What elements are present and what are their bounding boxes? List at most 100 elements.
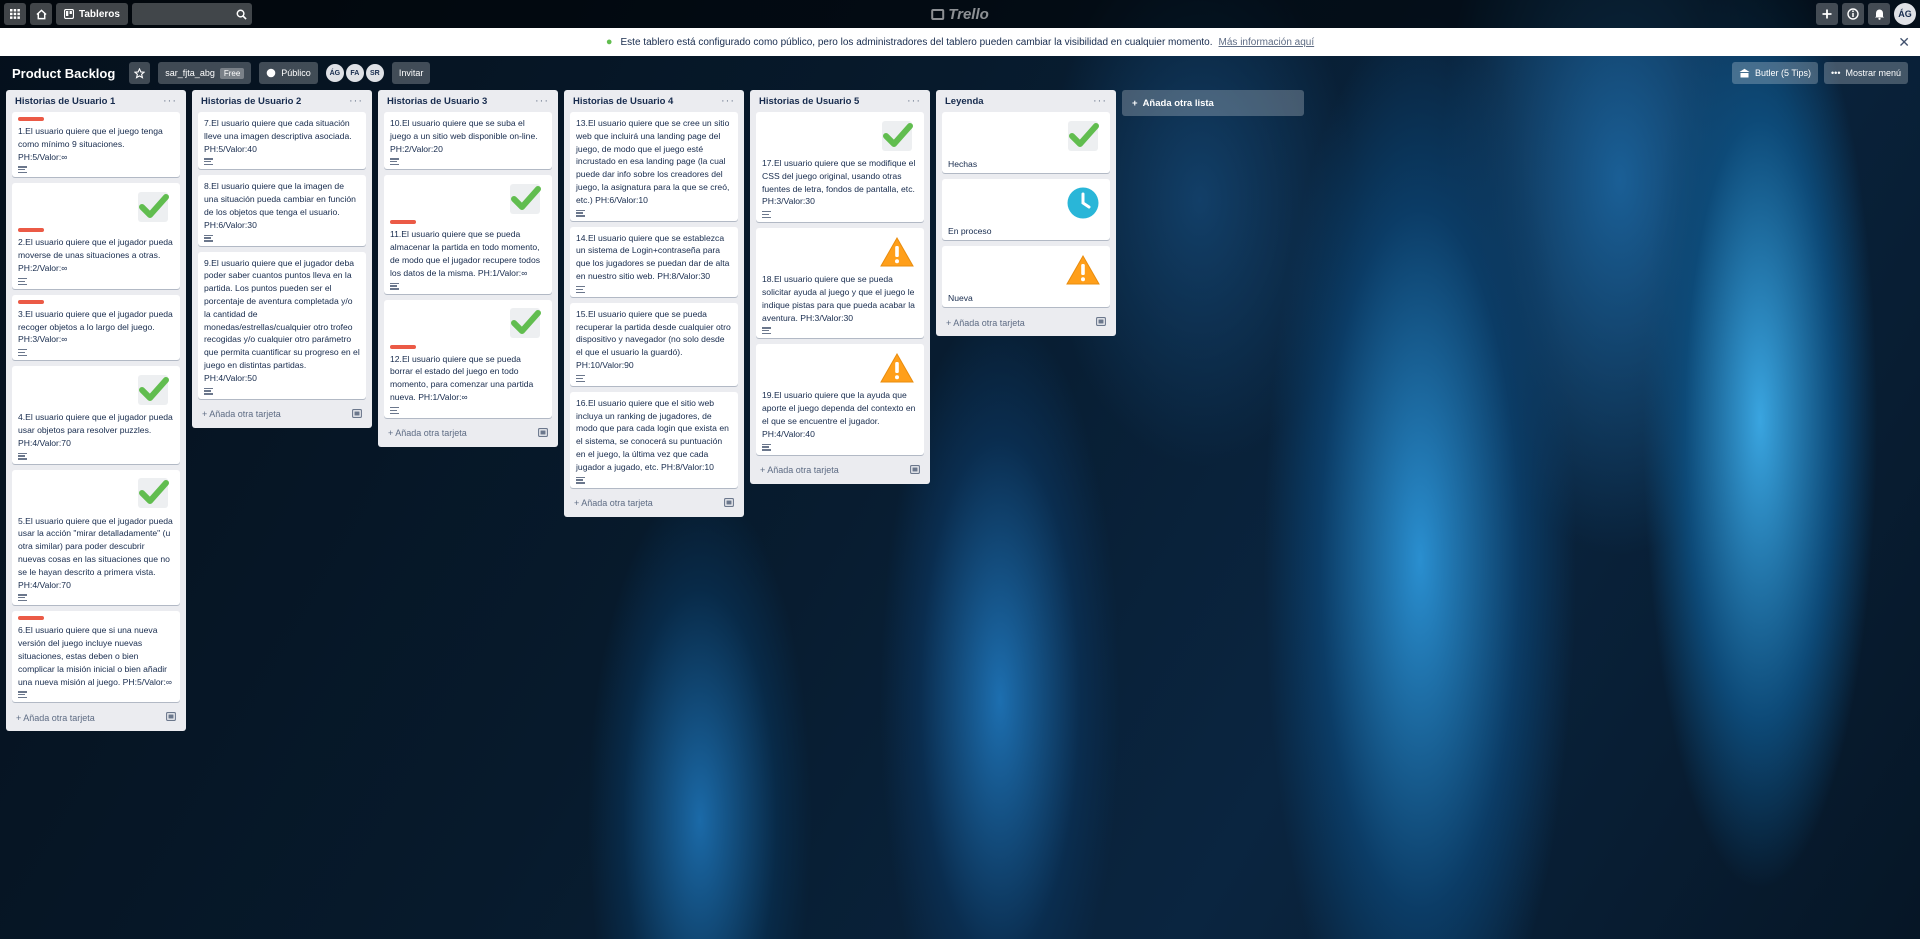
show-menu-button[interactable]: ••• Mostrar menú xyxy=(1824,62,1908,84)
add-card-button[interactable]: + Añada otra tarjeta xyxy=(570,494,738,511)
add-card-button[interactable]: + Añada otra tarjeta xyxy=(756,461,924,478)
template-icon[interactable] xyxy=(538,427,548,439)
add-list-button[interactable]: + Añada otra lista xyxy=(1122,90,1304,116)
check-mark-icon xyxy=(136,476,170,513)
add-list-label: Añada otra lista xyxy=(1142,97,1214,109)
invite-button[interactable]: Invitar xyxy=(391,62,431,84)
add-card-text: Añada otra tarjeta xyxy=(395,428,467,439)
card-title: 8.El usuario quiere que la imagen de una… xyxy=(204,181,356,230)
notifications-button[interactable] xyxy=(1868,3,1890,25)
card-title: 6.El usuario quiere que si una nueva ver… xyxy=(18,625,173,687)
story-card[interactable]: 16.El usuario quiere que el sitio web in… xyxy=(570,391,738,488)
card-label-red[interactable] xyxy=(18,228,44,233)
story-card[interactable]: 9.El usuario quiere que el jugador deba … xyxy=(198,251,366,399)
story-card[interactable]: 7.El usuario quiere que cada situación l… xyxy=(198,112,366,170)
card-label-red[interactable] xyxy=(18,616,44,621)
list[interactable]: Historias de Usuario 5 ··· 17.El usuario q… xyxy=(750,90,930,484)
story-card[interactable]: 13.El usuario quiere que se cree un siti… xyxy=(570,112,738,221)
card-title: 15.El usuario quiere que se pueda recupe… xyxy=(576,308,731,370)
globe-icon: ● xyxy=(605,36,613,48)
legend-card[interactable]: En proceso xyxy=(942,179,1110,240)
list-title[interactable]: Historias de Usuario 2 xyxy=(201,96,301,107)
story-card[interactable]: 6.El usuario quiere que si una nueva ver… xyxy=(12,611,180,703)
story-card[interactable]: 19.El usuario quiere que la ayuda que ap… xyxy=(756,344,924,455)
butler-button[interactable]: Butler (5 Tips) xyxy=(1731,62,1819,84)
list[interactable]: Historias de Usuario 2 ··· 7.El usuario qu… xyxy=(192,90,372,428)
story-card[interactable]: 12.El usuario quiere que se pueda borrar… xyxy=(384,299,552,418)
star-button[interactable] xyxy=(129,62,151,84)
story-card[interactable]: 2.El usuario quiere que el jugador pueda… xyxy=(12,183,180,289)
boards-button[interactable]: Tableros xyxy=(56,3,128,25)
list[interactable]: Historias de Usuario 1 ··· 1.El usuario qu… xyxy=(6,90,186,732)
member-avatar[interactable]: SR xyxy=(365,64,384,82)
template-icon[interactable] xyxy=(1096,317,1106,328)
story-card[interactable]: 3.El usuario quiere que el jugador pueda… xyxy=(12,294,180,361)
description-icon xyxy=(576,476,585,484)
list-title[interactable]: Historias de Usuario 4 xyxy=(573,96,673,107)
story-card[interactable]: 18.El usuario quiere que se pueda solici… xyxy=(756,228,924,339)
card-cover xyxy=(390,180,546,220)
board-title[interactable]: Product Backlog xyxy=(12,66,115,81)
info-button[interactable] xyxy=(1842,3,1864,25)
template-icon[interactable] xyxy=(352,408,362,420)
add-card-button[interactable]: + Añada otra tarjeta xyxy=(198,405,366,422)
description-icon xyxy=(204,158,213,166)
trello-logo[interactable]: Trello xyxy=(931,6,989,23)
card-label-red[interactable] xyxy=(390,220,416,225)
list-menu-icon[interactable]: ··· xyxy=(163,95,177,107)
story-card[interactable]: 15.El usuario quiere que se pueda recupe… xyxy=(570,302,738,386)
story-card[interactable]: 10.El usuario quiere que se suba el jueg… xyxy=(384,112,552,170)
member-avatar[interactable]: ÁG xyxy=(325,64,344,82)
card-cover xyxy=(390,305,546,345)
story-card[interactable]: 14.El usuario quiere que se establezca u… xyxy=(570,226,738,297)
home-button[interactable] xyxy=(30,3,52,25)
story-card[interactable]: 8.El usuario quiere que la imagen de una… xyxy=(198,175,366,246)
close-icon[interactable]: ✕ xyxy=(1898,34,1910,51)
story-card[interactable]: 4.El usuario quiere que el jugador pueda… xyxy=(12,366,180,464)
search-input[interactable] xyxy=(131,3,252,25)
member-avatar[interactable]: FA xyxy=(345,64,364,82)
add-card-button[interactable]: + Añada otra tarjeta xyxy=(942,313,1110,330)
visibility-button[interactable]: Público xyxy=(259,62,318,84)
template-icon[interactable] xyxy=(166,712,176,723)
warning-icon xyxy=(880,352,914,387)
list-menu-icon[interactable]: ··· xyxy=(907,95,921,107)
story-card[interactable]: 5.El usuario quiere que el jugador pueda… xyxy=(12,469,180,606)
list-menu-icon[interactable]: ··· xyxy=(721,95,735,107)
team-button[interactable]: sar_fjta_abg Free xyxy=(158,62,252,84)
create-button[interactable] xyxy=(1816,3,1838,25)
template-icon[interactable] xyxy=(724,497,734,509)
apps-grid-button[interactable] xyxy=(4,3,26,25)
add-card-button[interactable]: + Añada otra tarjeta xyxy=(384,424,552,441)
card-label-red[interactable] xyxy=(390,344,416,349)
card-label-red[interactable] xyxy=(18,299,44,304)
list-title[interactable]: Historias de Usuario 5 xyxy=(759,96,859,107)
description-icon xyxy=(390,406,399,414)
add-card-label: + Añada otra tarjeta xyxy=(574,498,653,508)
description-icon xyxy=(204,234,213,242)
list[interactable]: Historias de Usuario 4 ··· 13.El usuario q… xyxy=(564,90,744,517)
story-card[interactable]: 1.El usuario quiere que el juego tenga c… xyxy=(12,112,180,178)
add-card-button[interactable]: + Añada otra tarjeta xyxy=(12,708,180,725)
list-menu-icon[interactable]: ··· xyxy=(535,95,549,107)
story-card[interactable]: 17.El usuario quiere que se modifique el… xyxy=(756,112,924,223)
list-title[interactable]: Leyenda xyxy=(945,96,984,107)
card-label-red[interactable] xyxy=(18,117,44,121)
story-card[interactable]: 11.El usuario quiere que se pueda almace… xyxy=(384,175,552,294)
list-title[interactable]: Historias de Usuario 3 xyxy=(387,96,487,107)
add-card-label: + Añada otra tarjeta xyxy=(388,428,467,438)
list-menu-icon[interactable]: ··· xyxy=(349,95,363,107)
banner-learn-more-link[interactable]: Más información aquí xyxy=(1219,37,1315,48)
template-icon[interactable] xyxy=(910,464,920,476)
legend-card[interactable]: Hechas xyxy=(942,112,1110,173)
card-title: 12.El usuario quiere que se pueda borrar… xyxy=(390,353,534,402)
list[interactable]: Historias de Usuario 3 ··· 10.El usuario q… xyxy=(378,90,558,447)
boards-icon xyxy=(64,9,74,19)
list-header: Historias de Usuario 4 ··· xyxy=(570,90,738,112)
list-title[interactable]: Historias de Usuario 1 xyxy=(15,96,115,107)
list-menu-icon[interactable]: ··· xyxy=(1093,95,1107,107)
description-icon xyxy=(18,349,27,357)
list[interactable]: Leyenda ··· Hechas En proceso Nueva + Añada o… xyxy=(936,90,1116,336)
legend-card[interactable]: Nueva xyxy=(942,246,1110,307)
user-avatar[interactable]: ÁG xyxy=(1894,3,1916,25)
